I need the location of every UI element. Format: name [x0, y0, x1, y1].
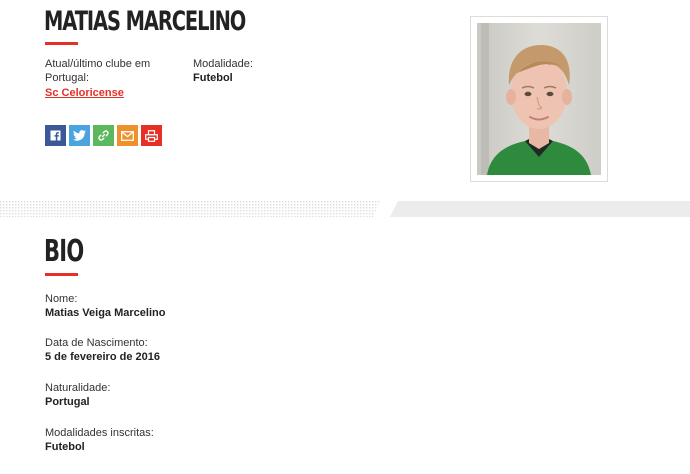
email-share-button[interactable] — [117, 125, 138, 146]
bio-field-value: 5 de fevereiro de 2016 — [45, 350, 160, 363]
bio-field-value: Futebol — [45, 440, 85, 453]
bio-field-birthplace: Naturalidade: Portugal — [45, 382, 110, 409]
bio-field-value: Portugal — [45, 395, 90, 408]
facebook-share-button[interactable] — [45, 125, 66, 146]
link-icon — [98, 130, 109, 141]
bio-field-label: Nome: — [45, 293, 78, 305]
modality-label: Modalidade: — [193, 58, 253, 70]
bio-field-birthdate: Data de Nascimento: 5 de fevereiro de 20… — [45, 337, 160, 364]
twitter-share-button[interactable] — [69, 125, 90, 146]
player-name: MATIAS MARCELINO — [44, 6, 246, 37]
section-divider — [0, 201, 690, 217]
twitter-icon — [73, 130, 86, 141]
bio-field-label: Data de Nascimento: — [45, 337, 148, 349]
club-link[interactable]: Sc Celoricense — [45, 87, 124, 100]
print-button[interactable] — [141, 125, 162, 146]
facebook-icon — [50, 130, 61, 141]
bio-title: BIO — [44, 234, 84, 269]
bio-field-value: Matias Veiga Marcelino — [45, 306, 166, 319]
share-buttons — [45, 125, 162, 146]
bio-field-label: Naturalidade: — [45, 382, 111, 394]
club-label: Atual/último clube em Portugal: — [45, 58, 151, 84]
bio-field-modalities: Modalidades inscritas: Futebol — [45, 427, 154, 454]
bio-field-name: Nome: Matias Veiga Marcelino — [45, 293, 165, 320]
title-accent-line — [45, 42, 78, 45]
player-portrait-image — [477, 23, 601, 175]
bio-field-label: Modalidades inscritas: — [45, 427, 154, 439]
email-icon — [121, 130, 134, 141]
copy-link-button[interactable] — [93, 125, 114, 146]
print-icon — [145, 129, 158, 142]
bio-accent-line — [45, 273, 78, 276]
modality-value: Futebol — [193, 72, 233, 84]
player-photo — [470, 16, 608, 182]
